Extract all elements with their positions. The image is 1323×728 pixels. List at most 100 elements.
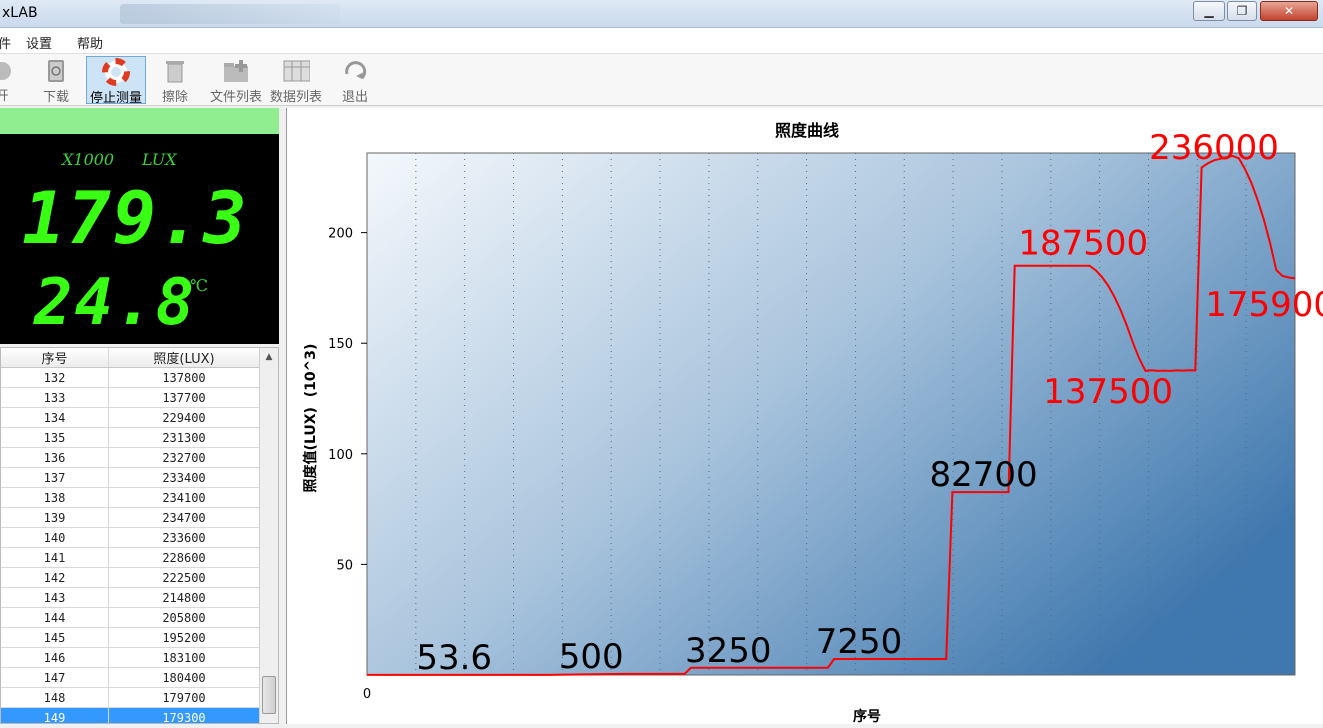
table-row[interactable]: 146 183100	[1, 648, 278, 668]
download-button[interactable]: 下载	[37, 56, 75, 105]
cell-lux: 195200	[162, 630, 206, 645]
erase-label: 擦除	[161, 90, 188, 105]
stop-measure-label: 停止测量	[89, 91, 142, 106]
table-row[interactable]: 132 137800	[1, 368, 278, 388]
annotation-label: 53.6	[416, 638, 492, 678]
table-row[interactable]: 137 233400	[1, 468, 278, 488]
table-row[interactable]: 142 222500	[1, 568, 278, 588]
table-body: 132 137800 133 137700 134 229400 135 231300 136 2…	[1, 368, 278, 724]
cell-lux: 234700	[162, 510, 206, 525]
cell-index: 136	[1, 448, 109, 467]
table-row[interactable]: 141 228600	[1, 548, 278, 568]
exit-button[interactable]: 退出	[338, 56, 372, 105]
cell-index: 144	[1, 608, 109, 627]
open-label: 开	[0, 89, 9, 104]
table-header: 序号 照度(LUX)	[1, 348, 278, 368]
table-row[interactable]: 135 231300	[1, 428, 278, 448]
annotation-label: 175900	[1205, 285, 1323, 325]
status-bar-green	[0, 108, 279, 134]
cell-lux: 137700	[162, 390, 206, 405]
open-icon	[0, 58, 16, 83]
cell-lux: 234100	[162, 490, 206, 505]
table-row[interactable]: 140 233600	[1, 528, 278, 548]
table-row[interactable]: 136 232700	[1, 448, 278, 468]
cell-index: 137	[1, 468, 109, 487]
cell-lux: 137800	[162, 370, 206, 385]
minimize-button[interactable]: ▁	[1193, 1, 1225, 21]
cell-lux: 179300	[162, 710, 206, 724]
cell-index: 138	[1, 488, 109, 507]
close-button[interactable]: ✕	[1260, 1, 1318, 21]
maximize-button[interactable]: ❐	[1227, 1, 1257, 21]
cell-lux: 214800	[162, 590, 206, 605]
cell-index: 145	[1, 628, 109, 647]
cell-lux: 180400	[162, 670, 206, 685]
menu-settings[interactable]: 设置	[26, 33, 52, 52]
cell-index: 149	[1, 708, 109, 723]
unit-label: LUX	[142, 150, 177, 169]
toolbar: 开 下载 停止测量 擦除 文件列表 数据列表 退出	[0, 54, 1323, 106]
y-tick-label: 50	[336, 558, 353, 573]
cell-index: 148	[1, 688, 109, 707]
annotation-label: 137500	[1043, 372, 1173, 412]
file-list-label: 文件列表	[209, 90, 262, 105]
scroll-thumb[interactable]	[262, 676, 276, 714]
annotation-label: 187500	[1018, 223, 1148, 263]
menu-bar: 件 设置 帮助	[0, 28, 1323, 54]
table-row[interactable]: 138 234100	[1, 488, 278, 508]
table-row[interactable]: 139 234700	[1, 508, 278, 528]
menu-help[interactable]: 帮助	[77, 33, 103, 52]
title-blur	[120, 4, 340, 24]
table-scrollbar[interactable]: ▲	[259, 348, 278, 723]
menu-file[interactable]: 件	[0, 33, 11, 52]
table-row[interactable]: 134 229400	[1, 408, 278, 428]
table-row[interactable]: 144 205800	[1, 608, 278, 628]
cell-index: 139	[1, 508, 109, 527]
annotation-label: 236000	[1149, 128, 1279, 168]
erase-button[interactable]: 擦除	[156, 56, 194, 105]
y-tick-label: 100	[328, 448, 353, 463]
meter-display: X1000 LUX 179.3 24.8 ℃	[0, 134, 279, 344]
cell-index: 143	[1, 588, 109, 607]
y-axis-ticks: 50 100 150 200	[328, 227, 367, 573]
data-list-label: 数据列表	[269, 90, 322, 105]
x-tick-label: 0	[363, 687, 371, 702]
table-row[interactable]: 143 214800	[1, 588, 278, 608]
table-row[interactable]: 149 179300	[1, 708, 278, 724]
temp-unit: ℃	[190, 276, 208, 295]
annotation-label: 82700	[930, 455, 1038, 495]
file-list-button[interactable]: 文件列表	[206, 56, 266, 105]
annotation-label: 3250	[685, 631, 772, 671]
table-row[interactable]: 148 179700	[1, 688, 278, 708]
window-title: xLAB	[2, 5, 38, 21]
data-table: 序号 照度(LUX) 132 137800 133 137700 134 229400 13…	[0, 347, 279, 724]
cell-index: 142	[1, 568, 109, 587]
cell-index: 135	[1, 428, 109, 447]
table-row[interactable]: 133 137700	[1, 388, 278, 408]
cell-index: 133	[1, 388, 109, 407]
cell-lux: 222500	[162, 570, 206, 585]
temp-reading: 24.8	[34, 266, 197, 340]
download-icon	[42, 58, 70, 84]
plot-area	[366, 152, 1296, 676]
table-row[interactable]: 147 180400	[1, 668, 278, 688]
annotation-label: 500	[559, 637, 624, 677]
lux-chart: 照度曲线 50 100 150 200 0 序号 照度值(LUX) (10^3) 53…	[302, 121, 1323, 725]
multiplier-label: X1000	[62, 150, 115, 169]
cell-lux: 229400	[162, 410, 206, 425]
open-button[interactable]: 开	[0, 56, 18, 104]
header-lux[interactable]: 照度(LUX)	[109, 348, 259, 367]
scroll-up-icon[interactable]: ▲	[260, 348, 278, 365]
lux-reading: 179.3	[22, 176, 249, 260]
cell-lux: 228600	[162, 550, 206, 565]
stop-measure-button[interactable]: 停止测量	[86, 56, 146, 106]
lifebuoy-icon	[102, 58, 130, 86]
data-list-button[interactable]: 数据列表	[266, 56, 326, 105]
cell-index: 146	[1, 648, 109, 667]
chart-title: 照度曲线	[775, 121, 839, 140]
header-index[interactable]: 序号	[1, 348, 109, 367]
cell-lux: 232700	[162, 450, 206, 465]
download-label: 下载	[42, 90, 69, 105]
table-row[interactable]: 145 195200	[1, 628, 278, 648]
y-axis-label: 照度值(LUX) (10^3)	[302, 344, 319, 493]
